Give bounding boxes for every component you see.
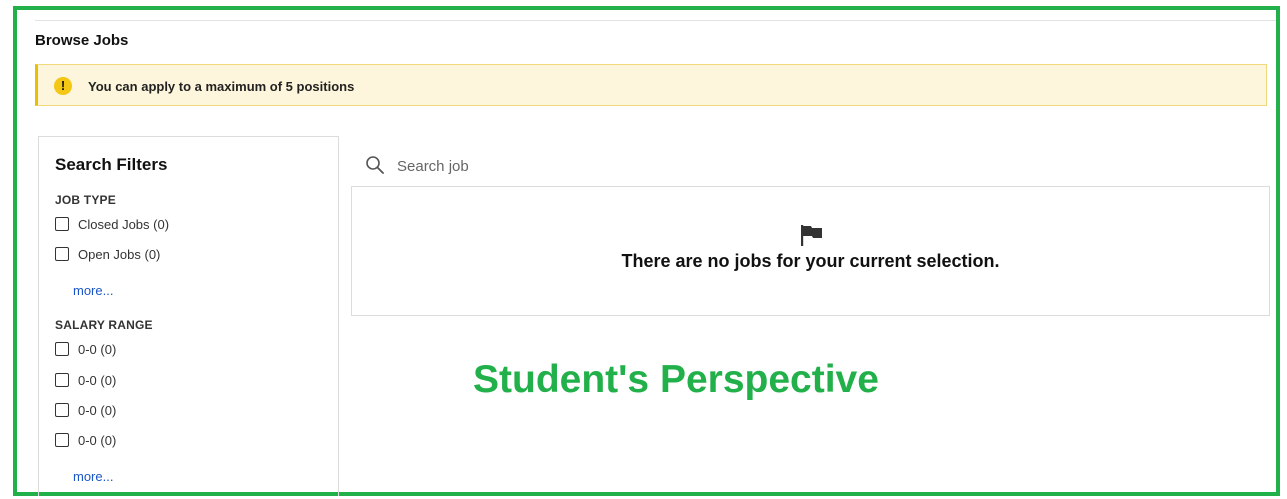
job-type-option-closed[interactable]: Closed Jobs (0) [55, 215, 169, 233]
checkbox[interactable] [55, 342, 69, 356]
annotation-caption: Student's Perspective [473, 358, 879, 401]
alert-text: You can apply to a maximum of 5 position… [88, 79, 355, 94]
option-label: Closed Jobs (0) [78, 216, 170, 232]
option-label: 0-0 (0) [78, 372, 117, 388]
checkbox[interactable] [55, 433, 69, 447]
apply-limit-alert: ! You can apply to a maximum of 5 positi… [35, 64, 1267, 106]
salary-option[interactable]: 0-0 (0) [55, 340, 116, 358]
job-type-heading: JOB TYPE [55, 193, 116, 207]
option-label: Open Jobs (0) [78, 246, 161, 262]
screenshot-frame: Browse Jobs ! You can apply to a maximum… [13, 6, 1280, 496]
job-type-more-link[interactable]: more... [73, 283, 113, 298]
job-type-option-open[interactable]: Open Jobs (0) [55, 245, 160, 263]
checkbox[interactable] [55, 247, 69, 261]
top-divider [35, 20, 1276, 21]
search-input[interactable] [395, 153, 699, 179]
checkbox[interactable] [55, 217, 69, 231]
empty-message: There are no jobs for your current selec… [621, 251, 1000, 271]
salary-option[interactable]: 0-0 (0) [55, 431, 116, 449]
search-icon [366, 156, 384, 174]
search-filters-panel: Search Filters JOB TYPE Closed Jobs (0) … [38, 136, 339, 496]
salary-range-more-link[interactable]: more... [73, 469, 113, 484]
job-search-box[interactable] [351, 147, 708, 187]
filters-title: Search Filters [55, 155, 168, 174]
checkbox[interactable] [55, 403, 69, 417]
checkbox[interactable] [55, 373, 69, 387]
option-label: 0-0 (0) [78, 432, 117, 448]
salary-range-heading: SALARY RANGE [55, 318, 153, 332]
empty-results-panel: There are no jobs for your current selec… [351, 186, 1270, 316]
salary-option[interactable]: 0-0 (0) [55, 371, 116, 389]
flag-icon [801, 225, 822, 246]
option-label: 0-0 (0) [78, 341, 117, 357]
option-label: 0-0 (0) [78, 402, 117, 418]
page-title: Browse Jobs [35, 32, 129, 49]
warning-icon: ! [54, 77, 72, 95]
salary-option[interactable]: 0-0 (0) [55, 401, 116, 419]
